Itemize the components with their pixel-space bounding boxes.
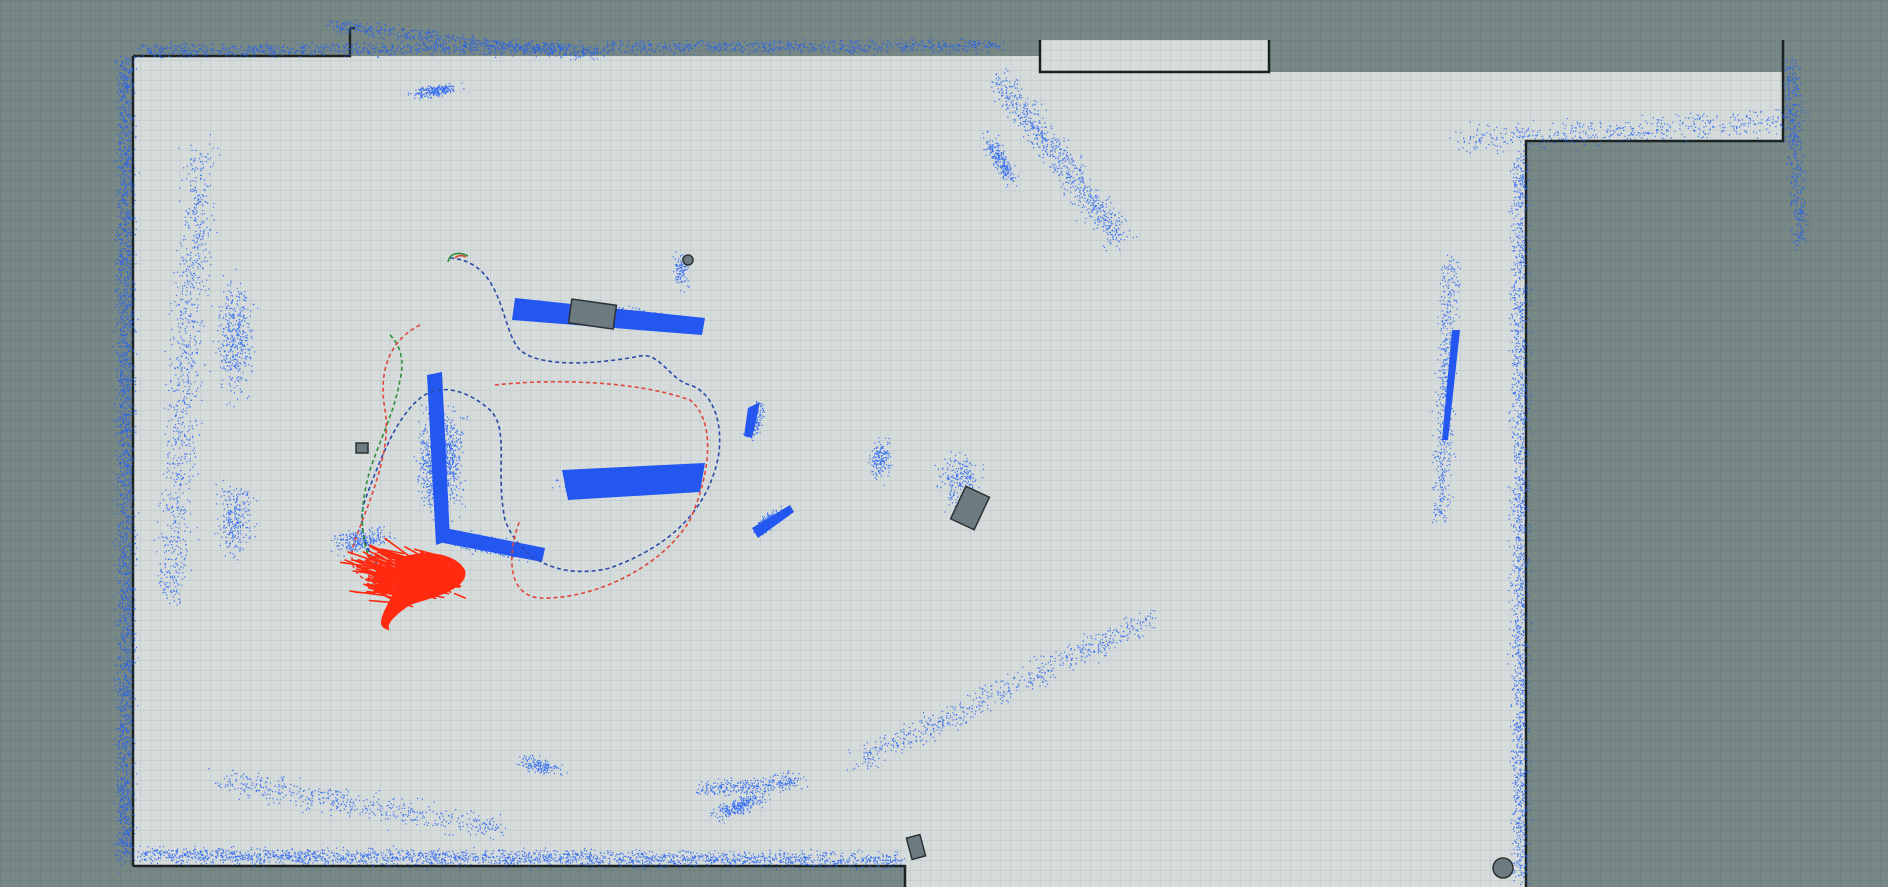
free-space-area [133,40,1783,887]
map-viewport[interactable] [0,0,1888,887]
obstacle-box-upper [567,298,618,330]
obstacle-round-bottom [1492,857,1514,879]
wall-bottom [133,864,907,887]
occupancy-map[interactable] [0,0,1888,887]
wall-right-upper [1524,40,1785,887]
obstacle-round-upper [682,254,694,266]
obstacle-box-left [355,442,369,454]
wall-top-left [133,28,352,58]
